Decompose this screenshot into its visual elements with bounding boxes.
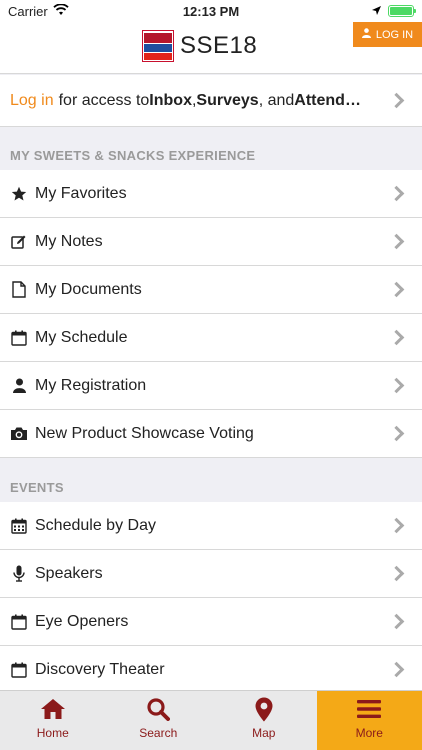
search-icon (146, 696, 171, 722)
list-item-speakers[interactable]: Speakers (0, 550, 422, 598)
home-icon (40, 696, 66, 722)
chevron-right-icon (388, 425, 405, 441)
calendar-icon (10, 661, 28, 679)
login-link[interactable]: Log in (10, 92, 54, 110)
tab-label: Map (252, 726, 276, 740)
tab-search[interactable]: Search (106, 691, 212, 750)
tab-home[interactable]: Home (0, 691, 106, 750)
list-item-schedule-by-day[interactable]: Schedule by Day (0, 502, 422, 550)
login-prompt-surveys: Surveys (196, 91, 259, 109)
edit-icon (10, 233, 28, 251)
list-item-showcase-voting[interactable]: New Product Showcase Voting (0, 410, 422, 458)
list-item-eye-openers[interactable]: Eye Openers (0, 598, 422, 646)
chevron-right-icon (388, 281, 405, 297)
login-prompt-row[interactable]: Log in for access to Inbox, Surveys, and… (0, 75, 422, 127)
sweets-snacks-logo (142, 30, 174, 62)
list-item-label: My Notes (35, 232, 103, 250)
tab-label: Home (36, 726, 69, 740)
section-header-experience: MY SWEETS & SNACKS EXPERIENCE (10, 148, 256, 163)
list-item-my-notes[interactable]: My Notes (0, 218, 422, 266)
experience-list: My Favorites My Notes My Documents My Sc… (0, 170, 422, 458)
status-bar: Carrier 12:13 PM (0, 0, 422, 22)
page-title: SSE18 (180, 32, 258, 59)
status-left: Carrier (8, 2, 69, 19)
list-item-my-documents[interactable]: My Documents (0, 266, 422, 314)
login-prompt-inbox: Inbox (149, 91, 192, 109)
events-list: Schedule by Day Speakers Eye Openers Dis… (0, 502, 422, 694)
chevron-right-icon (388, 613, 405, 629)
menu-icon (357, 696, 382, 722)
battery-icon (388, 5, 416, 17)
list-item-label: Discovery Theater (35, 660, 165, 678)
calendar-icon (10, 613, 28, 631)
list-item-label: Eye Openers (35, 612, 129, 630)
brand: SSE18 (142, 30, 257, 62)
wifi-icon (53, 2, 69, 19)
login-prompt-attend: Attend… (294, 91, 361, 109)
tab-label: Search (139, 726, 178, 740)
user-icon (10, 377, 28, 395)
chevron-right-icon (388, 329, 405, 345)
tab-label: More (355, 726, 383, 740)
chevron-right-icon (388, 233, 405, 249)
map-pin-icon (255, 696, 273, 722)
document-icon (10, 281, 28, 299)
user-icon (361, 28, 371, 41)
list-item-label: My Registration (35, 376, 147, 394)
chevron-right-icon (388, 517, 405, 533)
list-item-my-favorites[interactable]: My Favorites (0, 170, 422, 218)
list-item-label: Schedule by Day (35, 516, 156, 534)
star-icon (10, 185, 28, 203)
list-item-label: My Favorites (35, 184, 127, 202)
list-item-label: My Documents (35, 280, 142, 298)
list-item-discovery-theater[interactable]: Discovery Theater (0, 646, 422, 694)
list-item-my-schedule[interactable]: My Schedule (0, 314, 422, 362)
list-item-my-registration[interactable]: My Registration (0, 362, 422, 410)
list-item-label: Speakers (35, 564, 103, 582)
list-item-label: New Product Showcase Voting (35, 424, 254, 442)
carrier-label: Carrier (8, 3, 48, 19)
tab-bar: Home Search Map More (0, 690, 422, 750)
login-button-label: LOG IN (375, 28, 414, 41)
camera-icon (10, 425, 28, 443)
calendar-grid-icon (10, 517, 28, 535)
status-right (371, 4, 416, 19)
login-prompt-sep: , and (258, 91, 295, 109)
list-item-label: My Schedule (35, 328, 128, 346)
app-header: SSE18 LOG IN (0, 22, 422, 74)
chevron-right-icon (388, 92, 405, 108)
section-header-events: EVENTS (10, 480, 64, 495)
login-prompt-text: for access to (58, 91, 150, 109)
calendar-icon (10, 329, 28, 347)
login-button[interactable]: LOG IN (353, 22, 422, 47)
tab-map[interactable]: Map (211, 691, 317, 750)
chevron-right-icon (388, 565, 405, 581)
chevron-right-icon (388, 661, 405, 677)
location-arrow-icon (371, 4, 382, 19)
chevron-right-icon (388, 185, 405, 201)
chevron-right-icon (388, 377, 405, 393)
microphone-icon (10, 565, 28, 583)
tab-more[interactable]: More (316, 691, 422, 750)
